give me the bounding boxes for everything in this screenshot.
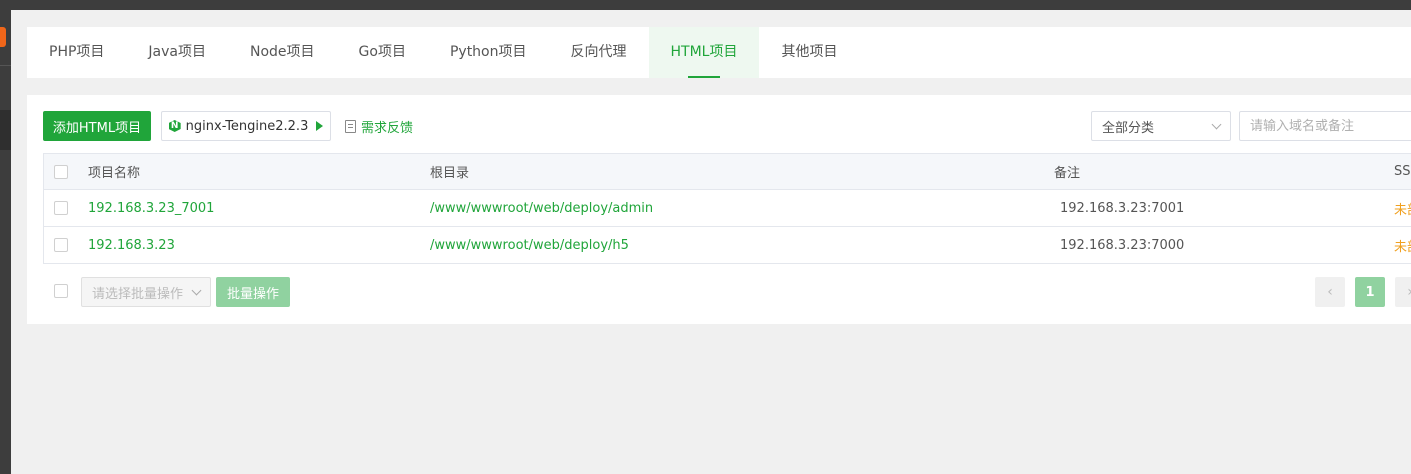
- tab-go[interactable]: Go项目: [337, 27, 428, 78]
- tab-reverse-proxy[interactable]: 反向代理: [549, 27, 649, 78]
- search-input[interactable]: [1239, 111, 1411, 141]
- row-checkbox[interactable]: [54, 238, 68, 252]
- nginx-version-button[interactable]: N nginx-Tengine2.2.3: [161, 111, 331, 141]
- column-header-name[interactable]: 项目名称: [88, 154, 140, 189]
- project-note[interactable]: 192.168.3.23:7000: [1054, 227, 1184, 263]
- root-path-link[interactable]: /www/wwwroot/web/deploy/h5: [430, 227, 629, 263]
- ssl-status[interactable]: 未部署: [1394, 227, 1411, 263]
- feedback-label: 需求反馈: [361, 120, 414, 136]
- nginx-version-label: nginx-Tengine2.2.3: [185, 118, 309, 134]
- current-page-button[interactable]: 1: [1355, 277, 1385, 307]
- tab-other[interactable]: 其他项目: [759, 27, 859, 78]
- nginx-icon: N: [168, 120, 181, 132]
- chevron-down-icon: [191, 285, 202, 295]
- tab-java[interactable]: Java项目: [126, 27, 228, 78]
- tab-php[interactable]: PHP项目: [27, 27, 126, 78]
- project-name-link[interactable]: 192.168.3.23: [88, 227, 175, 263]
- top-bar: [0, 0, 1411, 10]
- table-row: 192.168.3.23 /www/wwwroot/web/deploy/h5 …: [44, 227, 1411, 263]
- edit-icon: [345, 119, 356, 133]
- project-note[interactable]: 192.168.3.23:7001: [1054, 190, 1184, 226]
- add-html-project-button[interactable]: 添加HTML项目: [43, 111, 151, 141]
- batch-operation-placeholder: 请选择批量操作: [92, 286, 184, 302]
- project-tabs: PHP项目 Java项目 Node项目 Go项目 Python项目 反向代理 H…: [27, 27, 1411, 78]
- row-checkbox[interactable]: [54, 201, 68, 215]
- prev-page-button[interactable]: ‹: [1315, 277, 1345, 307]
- root-path-link[interactable]: /www/wwwroot/web/deploy/admin: [430, 190, 653, 226]
- tab-python[interactable]: Python项目: [428, 27, 549, 78]
- next-page-button[interactable]: ›: [1395, 277, 1411, 307]
- sidebar-active-marker: [0, 27, 6, 47]
- category-value: 全部分类: [1102, 120, 1155, 136]
- chevron-down-icon: [1211, 119, 1222, 129]
- table-row: 192.168.3.23_7001 /www/wwwroot/web/deplo…: [44, 190, 1411, 227]
- play-icon: [316, 121, 324, 131]
- project-name-link[interactable]: 192.168.3.23_7001: [88, 190, 214, 226]
- category-select[interactable]: 全部分类: [1091, 111, 1231, 141]
- tab-html[interactable]: HTML项目: [648, 27, 760, 78]
- ssl-status[interactable]: 未部署: [1394, 190, 1411, 226]
- table-header-row: 项目名称 根目录 备注 SSL: [44, 154, 1411, 190]
- tab-node[interactable]: Node项目: [228, 27, 337, 78]
- batch-operation-button[interactable]: 批量操作: [216, 277, 290, 307]
- sidebar-divider: [0, 65, 11, 66]
- content-panel: 添加HTML项目 N nginx-Tengine2.2.3 需求反馈 全部分类 …: [27, 95, 1411, 324]
- footer-select-all-checkbox[interactable]: [54, 284, 68, 298]
- feedback-link[interactable]: 需求反馈: [345, 111, 413, 141]
- column-header-ssl: SSL: [1394, 164, 1411, 179]
- project-table: 项目名称 根目录 备注 SSL 192.168.3.23_7001 /www/w…: [43, 153, 1411, 264]
- select-all-checkbox[interactable]: [54, 164, 68, 179]
- batch-operation-select[interactable]: 请选择批量操作: [81, 277, 211, 307]
- left-sidebar: [0, 10, 11, 474]
- column-header-note: 备注: [1054, 166, 1081, 181]
- sidebar-item[interactable]: [0, 110, 11, 150]
- column-header-root: 根目录: [430, 166, 470, 181]
